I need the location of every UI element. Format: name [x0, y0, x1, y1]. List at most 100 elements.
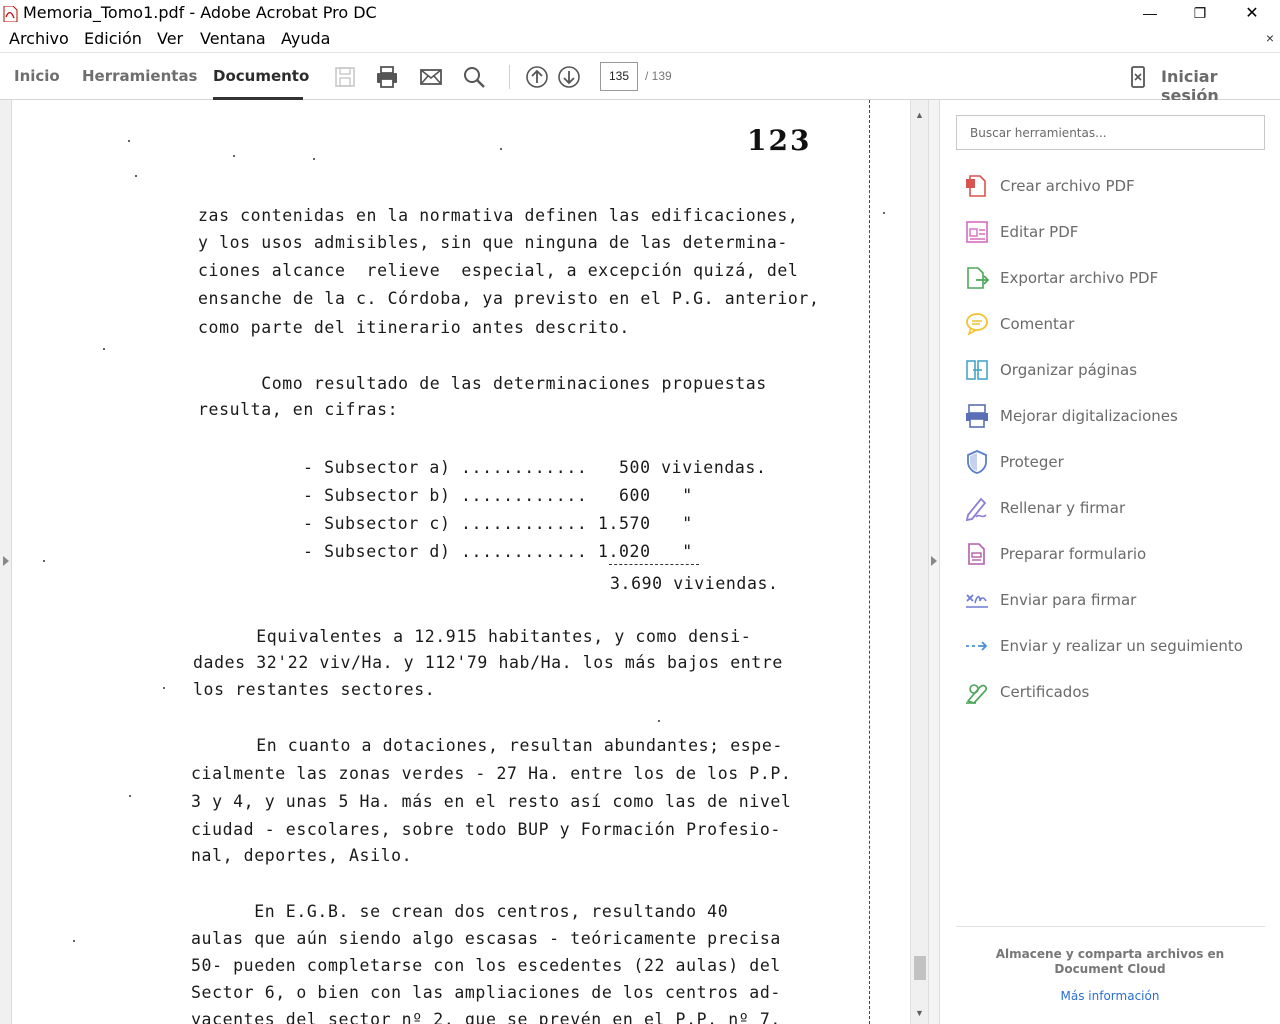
document-viewer[interactable]: 123 zas contenidas en la normativa defin… — [0, 100, 928, 1024]
page-number-label: 123 — [747, 124, 812, 157]
edit-pdf-icon — [966, 221, 988, 243]
page-total: / 139 — [645, 69, 672, 83]
right-pane-toggle[interactable] — [928, 100, 940, 1024]
tool-organize-pages[interactable]: Organizar páginas — [964, 357, 1264, 387]
text-line: En cuanto a dotaciones, resultan abundan… — [193, 736, 783, 755]
text-line: ciudad - escolares, sobre todo BUP y For… — [191, 820, 781, 839]
close-document-icon[interactable]: × — [1266, 30, 1274, 46]
left-panel-toggle[interactable] — [0, 100, 12, 1024]
tool-label: Comentar — [1000, 315, 1075, 333]
text-line: dades 32'22 viv/Ha. y 112'79 hab/Ha. los… — [193, 653, 783, 672]
scroll-up-icon[interactable]: ▲ — [915, 110, 924, 120]
text-line: como parte del itinerario antes descrito… — [198, 318, 630, 337]
tool-label: Certificados — [1000, 683, 1090, 701]
send-track-icon — [966, 641, 988, 651]
tool-label: Preparar formulario — [1000, 545, 1147, 563]
page-number-input[interactable]: 135 — [600, 62, 638, 91]
tool-fill-sign[interactable]: Rellenar y firmar — [964, 495, 1264, 525]
save-icon[interactable] — [333, 65, 357, 89]
tool-prepare-form[interactable]: Preparar formulario — [964, 541, 1264, 571]
tool-certificates[interactable]: Certificados — [964, 679, 1264, 709]
scan-speck — [658, 720, 660, 722]
tool-edit-pdf[interactable]: Editar PDF — [964, 219, 1264, 249]
tool-protect[interactable]: Proteger — [964, 449, 1264, 479]
mobile-device-icon[interactable] — [1126, 65, 1150, 89]
tool-label: Enviar para firmar — [1000, 591, 1137, 609]
email-icon[interactable] — [419, 65, 443, 89]
toolbar-divider — [509, 65, 510, 89]
scan-speck — [129, 795, 131, 797]
menu-archivo[interactable]: Archivo — [9, 29, 69, 48]
text-line: - Subsector b) ............ 600 " — [303, 486, 693, 505]
scan-speck — [233, 155, 235, 157]
scan-speck — [43, 560, 45, 562]
text-line: 50- pueden completarse con los escedente… — [191, 956, 781, 975]
previous-page-icon[interactable] — [525, 65, 549, 89]
text-line: aulas que aún siendo algo escasas - teór… — [191, 929, 781, 948]
search-icon[interactable] — [462, 65, 486, 89]
protect-icon — [967, 450, 987, 474]
vertical-scrollbar[interactable]: ▲ ▼ — [910, 100, 928, 1024]
minimize-button[interactable]: — — [1127, 0, 1173, 26]
text-line: En E.G.B. se crean dos centros, resultan… — [191, 902, 729, 921]
export-pdf-icon — [967, 267, 990, 289]
menu-ver[interactable]: Ver — [157, 29, 183, 48]
scanned-page-edge — [869, 100, 871, 1024]
text-line: - Subsector a) ............ 500 vivienda… — [303, 458, 767, 477]
text-line: Sector 6, o bien con las ampliaciones de… — [191, 983, 781, 1002]
print-icon[interactable] — [375, 65, 399, 89]
acrobat-pdf-icon — [3, 6, 18, 22]
fill-sign-icon — [965, 497, 987, 521]
next-page-icon[interactable] — [557, 65, 581, 89]
minimize-icon: — — [1143, 5, 1157, 21]
tool-enhance-scans[interactable]: Mejorar digitalizaciones — [964, 403, 1264, 433]
text-line: Equivalentes a 12.915 habitantes, y como… — [193, 627, 752, 646]
text-line: resulta, en cifras: — [198, 400, 399, 419]
scroll-down-icon[interactable]: ▼ — [915, 1008, 924, 1018]
menu-ayuda[interactable]: Ayuda — [281, 29, 330, 48]
title-bar: Memoria_Tomo1.pdf - Adobe Acrobat Pro DC… — [0, 0, 1280, 26]
tool-label: Enviar y realizar un seguimiento — [1000, 637, 1243, 655]
tool-send-track[interactable]: Enviar y realizar un seguimiento — [964, 633, 1264, 663]
collapse-right-icon[interactable] — [931, 556, 937, 566]
enhance-scans-icon — [966, 404, 988, 428]
tools-pane: Buscar herramientas... Crear archivo PDF… — [940, 100, 1280, 1024]
create-pdf-icon — [966, 175, 986, 197]
close-icon: ✕ — [1245, 5, 1259, 22]
certificates-icon — [966, 684, 987, 704]
menu-bar: Archivo Edición Ver Ventana Ayuda × — [0, 27, 1280, 51]
document-cloud-promo: Almacene y comparta archivos en Document… — [995, 947, 1225, 976]
pdf-page: 123 zas contenidas en la normativa defin… — [13, 100, 908, 1024]
text-line: zas contenidas en la normativa definen l… — [198, 206, 799, 225]
prepare-form-icon — [968, 543, 985, 565]
tools-search-input[interactable]: Buscar herramientas... — [956, 115, 1265, 150]
tool-label: Crear archivo PDF — [1000, 177, 1135, 195]
window-title: Memoria_Tomo1.pdf - Adobe Acrobat Pro DC — [23, 3, 377, 22]
tab-herramientas[interactable]: Herramientas — [82, 67, 198, 85]
tool-label: Mejorar digitalizaciones — [1000, 407, 1178, 425]
main-toolbar: Inicio Herramientas Documento 135 / 139 … — [0, 52, 1280, 105]
scan-speck — [73, 940, 75, 942]
restore-button[interactable]: ❐ — [1177, 0, 1223, 26]
menu-edicion[interactable]: Edición — [84, 29, 142, 48]
scrollbar-thumb[interactable] — [914, 956, 926, 980]
text-line: cialmente las zonas verdes - 27 Ha. entr… — [191, 764, 792, 783]
text-line: nal, deportes, Asilo. — [191, 846, 413, 865]
scan-speck — [500, 148, 502, 150]
scan-speck — [135, 175, 137, 177]
tool-label: Proteger — [1000, 453, 1064, 471]
restore-icon: ❐ — [1193, 4, 1207, 21]
tool-export-pdf[interactable]: Exportar archivo PDF — [964, 265, 1264, 295]
tool-create-pdf[interactable]: Crear archivo PDF — [964, 173, 1264, 203]
expand-left-icon[interactable] — [3, 556, 9, 566]
tool-send-for-signature[interactable]: Enviar para firmar — [964, 587, 1264, 617]
menu-ventana[interactable]: Ventana — [200, 29, 266, 48]
tab-inicio[interactable]: Inicio — [14, 67, 60, 85]
tab-documento[interactable]: Documento — [213, 67, 309, 85]
text-line: y los usos admisibles, sin que ninguna d… — [198, 233, 788, 252]
text-line: 3.690 viviendas. — [610, 574, 779, 593]
scan-speck — [313, 158, 315, 160]
tool-comment[interactable]: Comentar — [964, 311, 1264, 341]
more-info-link[interactable]: Más información — [966, 989, 1254, 1003]
close-window-button[interactable]: ✕ — [1229, 0, 1275, 26]
